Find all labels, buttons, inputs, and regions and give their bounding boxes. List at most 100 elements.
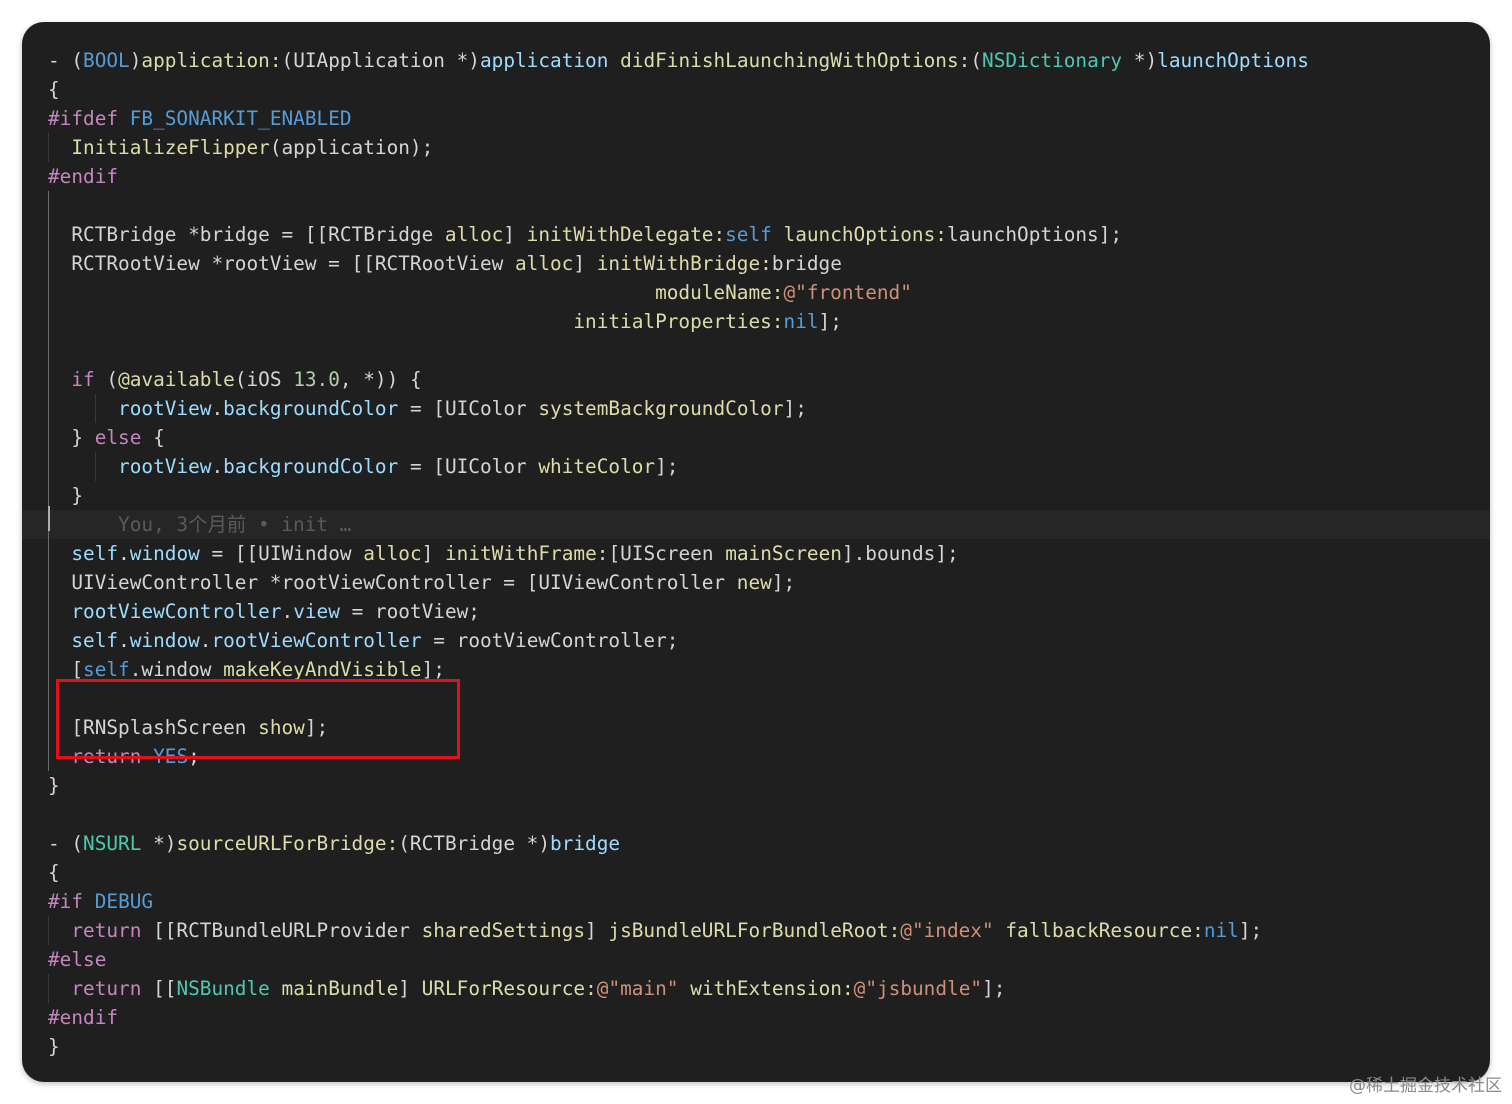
- code-token: return: [71, 919, 142, 942]
- highlight-box: [56, 679, 460, 759]
- code-line[interactable]: #ifdef FB_SONARKIT_ENABLED: [22, 104, 1490, 133]
- code-token: .: [118, 542, 130, 565]
- git-blame-annotation: You, 3个月前 • init …: [118, 513, 352, 536]
- code-line[interactable]: [22, 336, 1490, 365]
- code-token: #else: [48, 948, 107, 971]
- code-token: @"frontend": [783, 281, 912, 304]
- code-line[interactable]: RCTRootView *rootView = [[RCTRootView al…: [22, 249, 1490, 278]
- code-line[interactable]: self.window = [[UIWindow alloc] initWith…: [22, 539, 1490, 568]
- code-line[interactable]: #if DEBUG: [22, 887, 1490, 916]
- code-token: #ifdef: [48, 107, 119, 130]
- code-token: alloc: [444, 223, 504, 246]
- code-line[interactable]: {: [22, 858, 1490, 887]
- code-token: backgroundColor: [223, 455, 399, 478]
- code-token: RCTBridge *bridge = [[RCTBridge: [48, 223, 445, 246]
- code-token: {: [141, 426, 165, 449]
- code-line[interactable]: UIViewController *rootViewController = […: [22, 568, 1490, 597]
- code-token: UIViewController *rootViewController = […: [48, 571, 737, 594]
- code-line[interactable]: rootView.backgroundColor = [UIColor syst…: [22, 394, 1490, 423]
- code-token: [UIScreen: [608, 542, 726, 565]
- code-token: ]: [585, 919, 609, 942]
- code-line[interactable]: You, 3个月前 • init …: [22, 510, 1490, 539]
- code-line[interactable]: } else {: [22, 423, 1490, 452]
- code-line[interactable]: InitializeFlipper(application);: [22, 133, 1490, 162]
- code-token: mainBundle: [281, 977, 399, 1000]
- code-token: @"index": [900, 919, 994, 942]
- code-token: window: [129, 629, 200, 652]
- code-editor[interactable]: - (BOOL)application:(UIApplication *)app…: [22, 22, 1490, 1082]
- code-line[interactable]: return [[NSBundle mainBundle] URLForReso…: [22, 974, 1490, 1003]
- code-token: sourceURLForBridge:: [176, 832, 399, 855]
- code-token: if: [71, 368, 95, 391]
- code-token: - (: [48, 49, 84, 72]
- code-token: rootViewController: [71, 600, 282, 623]
- code-line[interactable]: {: [22, 75, 1490, 104]
- indent-guide: [48, 365, 49, 394]
- code-token: withExtension:: [690, 977, 854, 1000]
- code-token: alloc: [514, 252, 574, 275]
- code-token: backgroundColor: [223, 397, 399, 420]
- indent-guide: [48, 742, 49, 771]
- code-line[interactable]: if (@available(iOS 13.0, *)) {: [22, 365, 1490, 394]
- indent-guide: [48, 307, 49, 336]
- code-token: }: [48, 484, 84, 507]
- code-token: application: [479, 49, 609, 72]
- code-token: (: [94, 368, 119, 391]
- code-line[interactable]: [22, 800, 1490, 829]
- code-token: view: [293, 600, 340, 623]
- code-token: #if: [48, 890, 84, 913]
- code-token: RCTRootView *rootView = [[RCTRootView: [48, 252, 515, 275]
- code-line[interactable]: moduleName:@"frontend": [22, 278, 1490, 307]
- code-line[interactable]: }: [22, 481, 1490, 510]
- code-line[interactable]: [22, 191, 1490, 220]
- code-token: *): [1122, 49, 1158, 72]
- code-line[interactable]: #endif: [22, 162, 1490, 191]
- code-token: window: [129, 542, 200, 565]
- code-token: (iOS: [234, 368, 294, 391]
- code-line[interactable]: - (NSURL *)sourceURLForBridge:(RCTBridge…: [22, 829, 1490, 858]
- code-line[interactable]: return [[RCTBundleURLProvider sharedSett…: [22, 916, 1490, 945]
- code-token: ]: [573, 252, 597, 275]
- code-token: nil: [783, 310, 819, 333]
- code-token: [[: [141, 977, 177, 1000]
- code-line[interactable]: #else: [22, 945, 1490, 974]
- code-token: self: [725, 223, 772, 246]
- code-token: return: [71, 977, 142, 1000]
- code-line[interactable]: rootView.backgroundColor = [UIColor whit…: [22, 452, 1490, 481]
- code-line[interactable]: }: [22, 771, 1490, 800]
- code-line[interactable]: RCTBridge *bridge = [[RCTBridge alloc] i…: [22, 220, 1490, 249]
- code-token: application:: [141, 49, 282, 72]
- code-line[interactable]: }: [22, 1032, 1490, 1061]
- code-token: @"main": [596, 977, 679, 1000]
- code-line[interactable]: #endif: [22, 1003, 1490, 1032]
- code-token: moduleName:: [655, 281, 784, 304]
- code-token: initWithBridge:: [596, 252, 772, 275]
- code-area[interactable]: - (BOOL)application:(UIApplication *)app…: [22, 46, 1490, 1061]
- code-line[interactable]: self.window.rootViewController = rootVie…: [22, 626, 1490, 655]
- code-token: launchOptions: [1157, 49, 1309, 72]
- code-token: @"jsbundle": [853, 977, 983, 1000]
- code-token: rootView: [118, 455, 212, 478]
- code-line[interactable]: rootViewController.view = rootView;: [22, 597, 1490, 626]
- code-token: URLForResource:: [421, 977, 597, 1000]
- code-token: rootViewController: [211, 629, 422, 652]
- code-line[interactable]: - (BOOL)application:(UIApplication *)app…: [22, 46, 1490, 75]
- text-cursor: [48, 506, 50, 531]
- code-token: #endif: [48, 1006, 119, 1029]
- code-line[interactable]: initialProperties:nil];: [22, 307, 1490, 336]
- indent-guide: [48, 974, 49, 1003]
- code-token: [[RCTBundleURLProvider: [141, 919, 422, 942]
- code-token: }: [48, 774, 60, 797]
- indent-guide: [48, 452, 49, 481]
- code-token: (: [970, 49, 983, 72]
